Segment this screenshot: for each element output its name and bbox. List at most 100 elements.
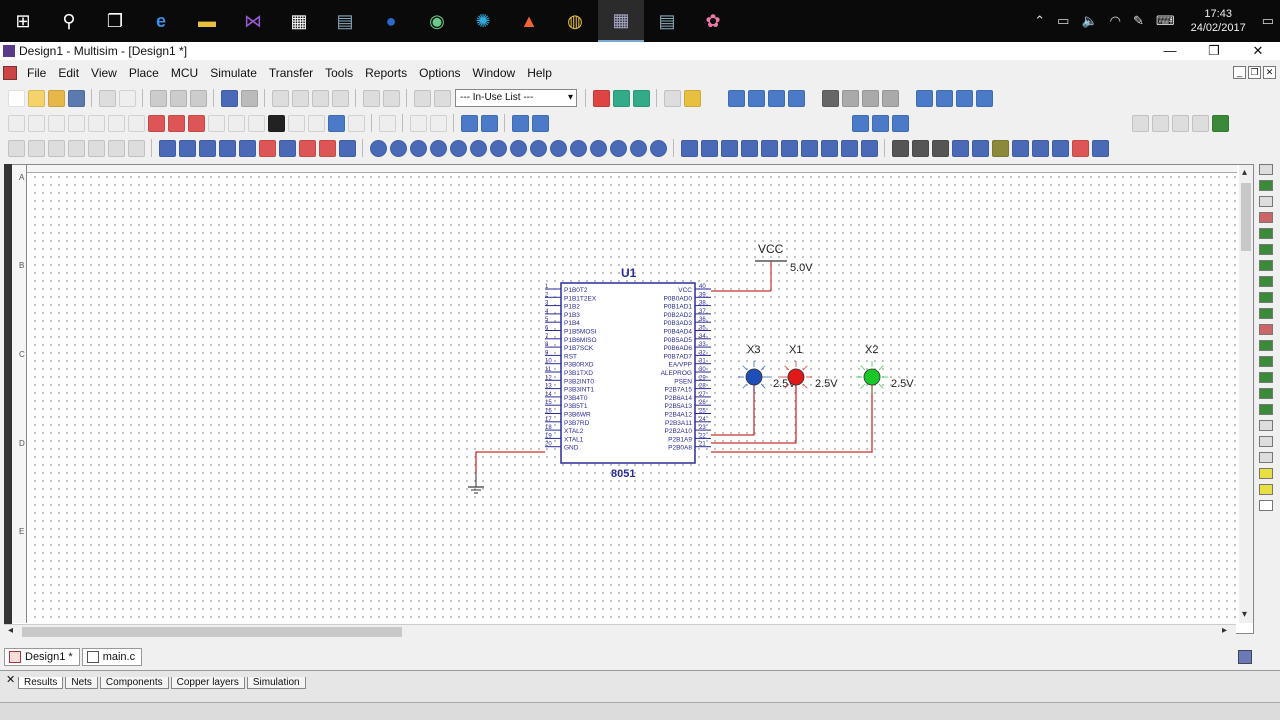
graph-7-icon[interactable] (127, 139, 145, 157)
zoom-out-icon[interactable] (1151, 114, 1169, 132)
print-preview-icon[interactable] (118, 89, 136, 107)
graph-2-icon[interactable] (27, 139, 45, 157)
word-generator-icon[interactable] (1259, 276, 1273, 287)
undo-icon[interactable] (220, 89, 238, 107)
mcu-step-over-icon[interactable] (935, 89, 953, 107)
basic-component-icon[interactable] (27, 114, 45, 132)
new-file-icon[interactable] (7, 89, 25, 107)
zoom-search-icon[interactable] (663, 89, 681, 107)
component-wizard-icon[interactable] (362, 89, 380, 107)
probe-tool-4-icon[interactable] (740, 139, 758, 157)
tab-copper-layers[interactable]: Copper layers (170, 677, 245, 689)
close-button[interactable]: ✕ (1236, 42, 1280, 60)
instrument-2-icon[interactable] (389, 139, 407, 157)
windows-start-icon[interactable]: ⊞ (0, 0, 46, 42)
instrument-9-icon[interactable] (529, 139, 547, 157)
view-2-icon[interactable] (871, 114, 889, 132)
wattmeter-icon[interactable] (1259, 196, 1273, 207)
probe-4-icon[interactable] (787, 89, 805, 107)
probe-tool-icon[interactable] (680, 139, 698, 157)
stop-icon[interactable] (881, 89, 899, 107)
bus-icon[interactable] (409, 114, 427, 132)
menu-tools[interactable]: Tools (319, 66, 359, 80)
instrument-14-icon[interactable] (629, 139, 647, 157)
interactive-sim-icon[interactable] (821, 89, 839, 107)
source-place-3-icon[interactable] (198, 139, 216, 157)
source-place-6-icon[interactable] (258, 139, 276, 157)
rf-component-icon[interactable] (267, 114, 285, 132)
indicator-component-icon[interactable] (187, 114, 205, 132)
mdi-close-button[interactable]: ✕ (1263, 66, 1276, 79)
menu-transfer[interactable]: Transfer (263, 66, 319, 80)
redo-icon[interactable] (240, 89, 258, 107)
paint-app-icon[interactable]: ✿ (690, 0, 736, 42)
instrument-12-icon[interactable] (589, 139, 607, 157)
iv-analyzer-icon[interactable] (1259, 324, 1273, 335)
analysis-8-icon[interactable] (1051, 139, 1069, 157)
forward-annotate-icon[interactable] (632, 89, 650, 107)
wifi-icon[interactable]: ◠ (1110, 13, 1121, 29)
open-folder-icon[interactable] (27, 89, 45, 107)
transistor-component-icon[interactable] (67, 114, 85, 132)
instrument-3-icon[interactable] (409, 139, 427, 157)
probe-tool-7-icon[interactable] (800, 139, 818, 157)
source-place-4-icon[interactable] (218, 139, 236, 157)
spectrum-analyzer-icon[interactable] (1259, 356, 1273, 367)
chrome-icon[interactable]: ◍ (552, 0, 598, 42)
probe-3-icon[interactable] (767, 89, 785, 107)
analysis-5-icon[interactable] (991, 139, 1009, 157)
menu-reports[interactable]: Reports (359, 66, 413, 80)
graph-5-icon[interactable] (87, 139, 105, 157)
instrument-13-icon[interactable] (609, 139, 627, 157)
oscilloscope-icon[interactable] (1259, 212, 1273, 223)
search-icon[interactable]: ⚲ (46, 0, 92, 42)
agilent-scope-icon[interactable] (1259, 420, 1273, 431)
grapher-icon[interactable] (331, 89, 349, 107)
document-icon[interactable] (3, 66, 17, 80)
misc-digital-icon[interactable] (147, 114, 165, 132)
zoom-fit-icon[interactable] (1191, 114, 1209, 132)
layout-icon[interactable] (460, 114, 478, 132)
volume-icon[interactable]: 🔈 (1081, 13, 1097, 29)
settings-gear-icon[interactable] (911, 139, 929, 157)
cmos-component-icon[interactable] (127, 114, 145, 132)
probe-tool-2-icon[interactable] (700, 139, 718, 157)
ground-net-wire[interactable] (475, 451, 545, 473)
analysis-2-icon[interactable] (931, 139, 949, 157)
panel-icon[interactable] (1238, 650, 1252, 664)
scroll-left-icon[interactable]: ◂ (8, 625, 13, 636)
run-icon[interactable] (841, 89, 859, 107)
misc-component-icon[interactable] (227, 114, 245, 132)
power-component-icon[interactable] (207, 114, 225, 132)
probe-tool-3-icon[interactable] (720, 139, 738, 157)
probe-tool-9-icon[interactable] (840, 139, 858, 157)
instrument-icon[interactable] (369, 139, 387, 157)
mdi-restore-button[interactable]: ❐ (1248, 66, 1261, 79)
tab-results[interactable]: Results (18, 677, 64, 689)
chevron-up-icon[interactable]: ⌃ (1034, 13, 1045, 29)
distortion-analyzer-icon[interactable] (1259, 340, 1273, 351)
source-place-7-icon[interactable] (278, 139, 296, 157)
view-3-icon[interactable] (891, 114, 909, 132)
menu-mcu[interactable]: MCU (165, 66, 204, 80)
labview-icon[interactable] (1259, 468, 1273, 479)
four-channel-scope-icon[interactable] (1259, 228, 1273, 239)
pause-icon[interactable] (861, 89, 879, 107)
design-toolbox-icon[interactable] (271, 89, 289, 107)
pen-icon[interactable]: ✎ (1133, 13, 1144, 29)
zoom-in-icon[interactable] (1131, 114, 1149, 132)
graph-icon[interactable] (7, 139, 25, 157)
menu-place[interactable]: Place (123, 66, 165, 80)
mdi-minimize-button[interactable]: _ (1233, 66, 1246, 79)
menu-view[interactable]: View (85, 66, 123, 80)
instrument-6-icon[interactable] (469, 139, 487, 157)
source-place-10-icon[interactable] (338, 139, 356, 157)
scroll-up-icon[interactable]: ▴ (1242, 167, 1247, 178)
restore-button[interactable]: ❐ (1192, 42, 1236, 60)
menu-window[interactable]: Window (467, 66, 522, 80)
edge-icon[interactable]: e (138, 0, 184, 42)
network-analyzer-icon[interactable] (1259, 372, 1273, 383)
menu-file[interactable]: File (21, 66, 52, 80)
source-place-icon[interactable] (158, 139, 176, 157)
ni-component-icon[interactable] (307, 114, 325, 132)
